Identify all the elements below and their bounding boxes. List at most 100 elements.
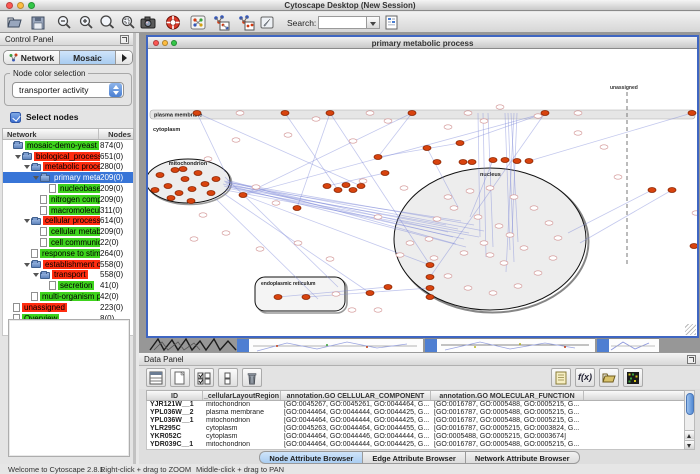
tree-row[interactable]: nitrogen compo209(0)	[3, 194, 133, 205]
network-node[interactable]	[496, 105, 504, 109]
network-node[interactable]	[545, 221, 553, 225]
network-node[interactable]	[486, 253, 494, 257]
zoom-out-button[interactable]	[55, 14, 73, 31]
float-panel-icon[interactable]	[687, 355, 696, 364]
scroll-up-button[interactable]	[685, 430, 694, 439]
tree-expander-icon[interactable]	[15, 153, 22, 160]
network-node[interactable]	[204, 157, 212, 161]
network-node[interactable]	[534, 114, 542, 118]
tab-edge-attribute-browser[interactable]: Edge Attribute Browser	[362, 451, 464, 464]
window-titlebar[interactable]: Cytoscape Desktop (New Session)	[0, 0, 700, 11]
network-node[interactable]	[252, 185, 260, 189]
table-row[interactable]: YLR295Ccytoplasm[GO:0045263, GO:0044464,…	[147, 425, 687, 433]
network-node[interactable]	[430, 256, 438, 260]
network-node-selected[interactable]	[688, 111, 696, 116]
background-window-fragment[interactable]	[425, 338, 595, 352]
network-node[interactable]	[500, 261, 508, 265]
network-node[interactable]	[256, 247, 264, 251]
tab-node-attribute-browser[interactable]: Node Attribute Browser	[259, 451, 362, 464]
network-node[interactable]	[489, 291, 497, 295]
tree-row[interactable]: response to stimulu264(0)	[3, 248, 133, 259]
network-node-selected[interactable]	[426, 295, 434, 300]
tree-row[interactable]: cellular process614(0)	[3, 216, 133, 227]
destroy-network-view-button[interactable]	[236, 14, 254, 31]
network-node[interactable]	[425, 237, 433, 241]
column-header[interactable]: ID	[147, 391, 203, 400]
network-node[interactable]	[374, 215, 382, 219]
new-attribute-button[interactable]	[170, 368, 190, 387]
birds-eye-view[interactable]	[8, 319, 130, 457]
network-node-selected[interactable]	[459, 160, 467, 165]
network-node-selected[interactable]	[167, 196, 175, 201]
network-node[interactable]	[444, 125, 452, 129]
network-node-selected[interactable]	[151, 188, 159, 193]
network-node[interactable]	[326, 257, 334, 261]
network-node-selected[interactable]	[193, 111, 201, 116]
node-color-attribute-select[interactable]: transporter activity	[12, 82, 124, 98]
delete-attribute-button[interactable]	[242, 368, 262, 387]
network-node-selected[interactable]	[426, 286, 434, 291]
network-node[interactable]	[530, 206, 538, 210]
tree-row[interactable]: mosaic-demo-yeast874(0)	[3, 140, 133, 151]
search-dropdown-button[interactable]	[367, 16, 380, 29]
tree-expander-icon[interactable]	[33, 271, 40, 278]
tree-row[interactable]: establishment of lo558(0)	[3, 259, 133, 270]
network-node-selected[interactable]	[171, 168, 179, 173]
network-node-selected[interactable]	[525, 159, 533, 164]
network-node-selected[interactable]	[194, 171, 202, 176]
network-node[interactable]	[396, 253, 404, 257]
network-node[interactable]	[312, 117, 320, 121]
attribute-table-mode-button[interactable]	[146, 368, 166, 387]
network-node[interactable]	[520, 246, 528, 250]
network-node[interactable]	[294, 241, 302, 245]
save-session-button[interactable]	[29, 14, 47, 31]
float-panel-icon[interactable]	[120, 35, 129, 44]
matrix-view-button[interactable]	[623, 368, 643, 387]
tree-row[interactable]: secretion41(0)	[3, 280, 133, 291]
select-nodes-option[interactable]: Select nodes	[10, 111, 78, 123]
attribute-browser-button[interactable]	[383, 14, 401, 31]
network-node[interactable]	[199, 213, 207, 217]
network-node-selected[interactable]	[690, 244, 697, 249]
tree-row[interactable]: primary metabolic process209(0)	[3, 172, 133, 183]
network-node[interactable]	[614, 175, 622, 179]
select-nodes-checkbox[interactable]	[10, 112, 21, 123]
network-node-selected[interactable]	[187, 199, 195, 204]
network-node[interactable]	[406, 241, 414, 245]
network-node-selected[interactable]	[408, 111, 416, 116]
scrollbar-thumb[interactable]	[686, 393, 694, 415]
network-node[interactable]	[236, 111, 244, 115]
tree-row[interactable]: cell communicat22(0)	[3, 237, 133, 248]
network-node-selected[interactable]	[281, 111, 289, 116]
network-node[interactable]	[400, 186, 408, 190]
select-attributes-button[interactable]	[194, 368, 214, 387]
network-node[interactable]	[190, 237, 198, 241]
network-node[interactable]	[232, 138, 240, 142]
unselect-attributes-button[interactable]	[218, 368, 238, 387]
table-row[interactable]: YPL036W__1mitochondrion[GO:0044464, GO:0…	[147, 417, 687, 425]
network-node-selected[interactable]	[302, 295, 310, 300]
network-canvas[interactable]: plasma membranecytoplasmmitochondrionnuc…	[148, 49, 697, 336]
network-node[interactable]	[486, 186, 494, 190]
network-node[interactable]	[474, 215, 482, 219]
network-node[interactable]	[574, 111, 582, 115]
function-builder-button[interactable]: f(x)	[575, 368, 595, 387]
tree-row[interactable]: transport558(0)	[3, 270, 133, 281]
network-node-selected[interactable]	[648, 188, 656, 193]
network-node-selected[interactable]	[164, 184, 172, 189]
network-node[interactable]	[510, 195, 518, 199]
zoom-fit-button[interactable]	[98, 14, 116, 31]
network-node-selected[interactable]	[293, 206, 301, 211]
tree-row[interactable]: unassigned223(0)	[3, 302, 133, 313]
network-node-selected[interactable]	[156, 173, 164, 178]
network-node-selected[interactable]	[501, 158, 509, 163]
resize-grip[interactable]	[685, 324, 696, 335]
network-view-window[interactable]: primary metabolic process plasma membran…	[146, 35, 699, 338]
nodes-column-header[interactable]: Nodes	[99, 129, 133, 139]
zoom-selected-button[interactable]	[119, 14, 137, 31]
attribute-notes-button[interactable]	[551, 368, 571, 387]
network-node[interactable]	[284, 133, 292, 137]
tree-row[interactable]: biological_process651(0)	[3, 151, 133, 162]
tree-expander-icon[interactable]	[33, 174, 40, 181]
open-session-button[interactable]	[6, 14, 24, 31]
